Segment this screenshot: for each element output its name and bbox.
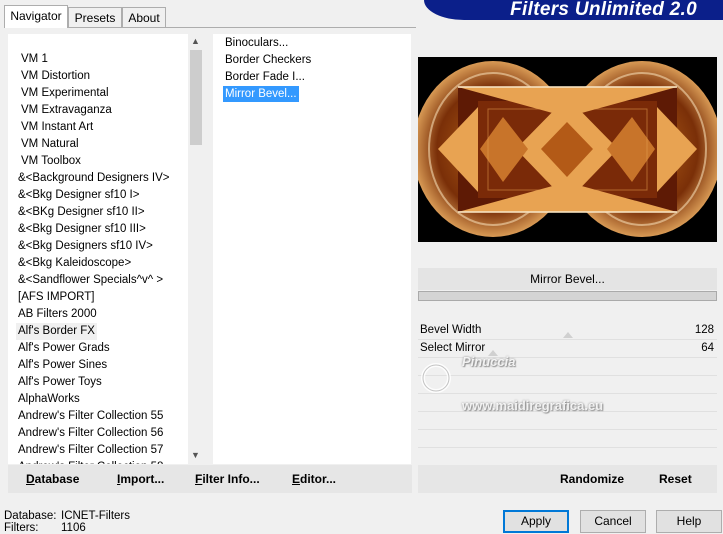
database-status-label: Database: (4, 510, 57, 522)
filter-item[interactable]: Binoculars... (223, 35, 290, 51)
param-label: Bevel Width (420, 324, 482, 336)
param-value: 64 (701, 342, 714, 354)
category-item[interactable]: VM Instant Art (19, 119, 95, 136)
tab-navigator[interactable]: Navigator (4, 5, 68, 28)
category-item[interactable]: AB Filters 2000 (16, 306, 99, 323)
watermark-logo-icon (418, 360, 458, 400)
filter-name-button[interactable]: Mirror Bevel... (418, 268, 717, 290)
slider-mark-bevel-width[interactable] (563, 332, 573, 338)
category-item[interactable]: &<Bkg Designer sf10 III> (16, 221, 148, 238)
filter-progress-bar (418, 291, 717, 301)
help-button[interactable]: Help (656, 510, 722, 533)
category-scrollbar[interactable]: ▲ ▼ (188, 34, 204, 464)
right-button-bar: Randomize Reset (418, 465, 717, 493)
param-value: 128 (694, 324, 714, 336)
category-item[interactable]: Andrew's Filter Collection 58 (16, 459, 165, 464)
category-item[interactable]: Andrew's Filter Collection 55 (16, 408, 165, 425)
category-item[interactable]: VM Distortion (19, 68, 92, 85)
category-item[interactable]: VM Toolbox (19, 153, 83, 170)
scroll-thumb[interactable] (190, 50, 202, 145)
filters-count-status: Filters: 1106 (4, 522, 86, 534)
randomize-button[interactable]: Randomize (560, 465, 624, 493)
category-item[interactable]: VM 1 (19, 51, 50, 68)
scroll-down-icon[interactable]: ▼ (191, 450, 200, 460)
filter-item[interactable]: Mirror Bevel... (223, 86, 299, 102)
category-item[interactable]: Alf's Power Grads (16, 340, 112, 357)
scroll-up-icon[interactable]: ▲ (191, 36, 200, 46)
tab-presets[interactable]: Presets (68, 7, 122, 27)
category-item[interactable]: AlphaWorks (16, 391, 82, 408)
category-item[interactable]: VM Natural (19, 136, 81, 153)
category-item[interactable]: Alf's Border FX (16, 323, 97, 340)
preview-image (418, 57, 717, 242)
category-item[interactable]: Andrew's Filter Collection 57 (16, 442, 165, 459)
param-divider (418, 429, 717, 430)
category-item[interactable]: VM Experimental (19, 85, 111, 102)
param-divider (418, 339, 717, 340)
param-divider (418, 375, 717, 376)
filter-info-button[interactable]: Filter Info... (195, 465, 260, 493)
category-item[interactable]: Andrew's Filter Collection 56 (16, 425, 165, 442)
import-button[interactable]: Import... (117, 465, 164, 493)
param-divider (418, 393, 717, 394)
tab-about[interactable]: About (122, 7, 166, 27)
category-list[interactable]: VM 1 VM Distortion VM Experimental VM Extra… (8, 34, 204, 464)
apply-button[interactable]: Apply (503, 510, 569, 533)
filter-item[interactable]: Border Checkers (223, 52, 313, 68)
category-item[interactable]: [AFS IMPORT] (16, 289, 96, 306)
category-item[interactable]: VM Extravaganza (19, 102, 114, 119)
database-status-value: ICNET-Filters (61, 510, 130, 522)
category-item[interactable]: &<Bkg Kaleidoscope> (16, 255, 133, 272)
filters-count-value: 1106 (61, 522, 86, 534)
param-divider (418, 447, 717, 448)
category-item[interactable]: &<BKg Designer sf10 II> (16, 204, 147, 221)
cancel-button[interactable]: Cancel (580, 510, 646, 533)
filter-list[interactable]: Binoculars... Border Checkers Border Fade … (213, 34, 411, 464)
banner-title: Filters Unlimited 2.0 (510, 0, 697, 20)
category-item[interactable]: &<Bkg Designers sf10 IV> (16, 238, 155, 255)
left-button-bar: Database Import... Filter Info... Editor… (8, 465, 412, 493)
database-status: Database: ICNET-Filters (4, 510, 130, 522)
database-button[interactable]: Database (26, 465, 79, 493)
category-item[interactable]: &<Sandflower Specials^v^ > (16, 272, 165, 289)
category-item[interactable]: &<Background Designers IV> (16, 170, 172, 187)
title-banner: Filters Unlimited 2.0 (424, 0, 723, 20)
reset-button[interactable]: Reset (659, 465, 692, 493)
filter-item[interactable]: Border Fade I... (223, 69, 307, 85)
watermark-name: Pinuccia (462, 354, 516, 369)
category-item[interactable]: &<Bkg Designer sf10 I> (16, 187, 141, 204)
editor-button[interactable]: Editor... (292, 465, 336, 493)
category-item[interactable]: Alf's Power Toys (16, 374, 104, 391)
filters-count-label: Filters: (4, 522, 39, 534)
category-item[interactable]: Alf's Power Sines (16, 357, 109, 374)
watermark-site: www.maidiregrafica.eu (462, 398, 604, 413)
